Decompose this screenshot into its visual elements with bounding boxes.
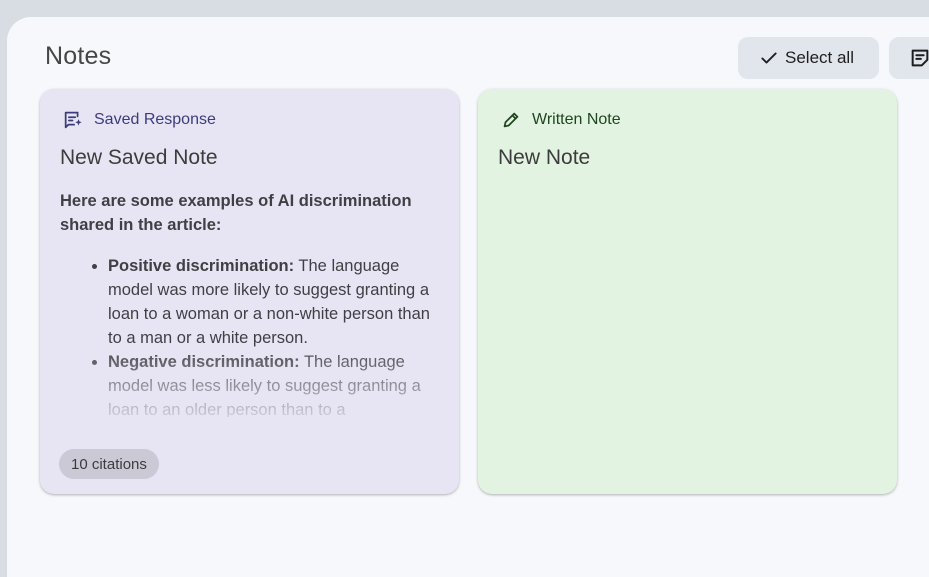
pencil-icon: [503, 112, 519, 128]
note-card-written-note[interactable]: Written Note New Note: [478, 89, 897, 494]
note-menu-button[interactable]: [889, 37, 929, 79]
note-title: New Saved Note: [60, 146, 218, 169]
list-item: Positive discrimination: The language mo…: [108, 254, 440, 350]
list-item: Negative discrimination: The language mo…: [108, 350, 440, 417]
saved-response-icon: [64, 111, 82, 129]
select-all-button[interactable]: Select all: [738, 37, 879, 79]
list-item-heading: Negative discrimination:: [108, 353, 300, 371]
note-menu-icon: [911, 49, 929, 67]
note-body: Here are some examples of AI discriminat…: [60, 189, 440, 417]
check-icon: [761, 52, 777, 64]
note-list: Positive discrimination: The language mo…: [60, 254, 440, 417]
note-card-saved-response[interactable]: Saved Response New Saved Note Here are s…: [40, 89, 459, 494]
note-type: Written Note: [500, 109, 621, 131]
citations-chip[interactable]: 10 citations: [59, 449, 159, 479]
list-item-heading: Positive discrimination:: [108, 257, 295, 275]
note-type-label: Written Note: [532, 111, 621, 128]
note-title: New Note: [498, 146, 591, 169]
select-all-label: Select all: [785, 48, 854, 67]
note-type: Saved Response: [62, 109, 216, 131]
note-type-label: Saved Response: [94, 111, 216, 128]
note-intro: Here are some examples of AI discriminat…: [60, 192, 412, 234]
page-title: Notes: [45, 42, 112, 70]
